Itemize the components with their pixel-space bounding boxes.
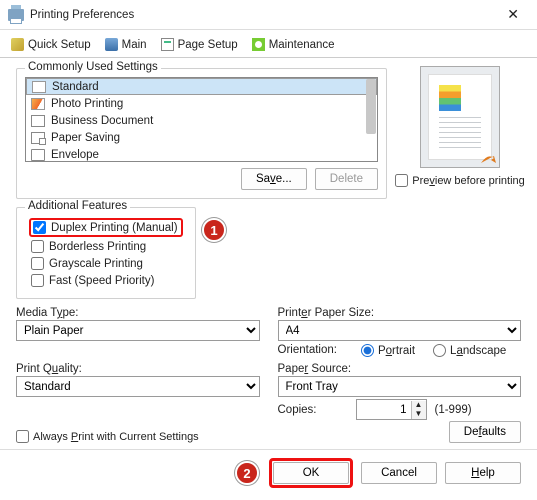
ok-button[interactable]: OK <box>273 462 349 484</box>
list-item-envelope[interactable]: Envelope <box>26 146 377 162</box>
paper-size-label: Printer Paper Size: <box>278 307 522 319</box>
feature-duplex[interactable]: Duplex Printing (Manual) <box>29 218 183 237</box>
printer-icon <box>8 9 24 21</box>
annotation-marker-2: 2 <box>235 461 259 485</box>
print-quality-label: Print Quality: <box>16 363 260 375</box>
landscape-radio[interactable] <box>433 344 446 357</box>
dialog-button-bar: 2 OK Cancel Help <box>0 449 537 500</box>
paper-source-select[interactable]: Front Tray <box>278 376 522 397</box>
borderless-label: Borderless Printing <box>49 241 146 253</box>
portrait-radio[interactable] <box>361 344 374 357</box>
close-button[interactable]: ✕ <box>499 4 527 25</box>
cancel-button[interactable]: Cancel <box>361 462 437 484</box>
list-item-business[interactable]: Business Document <box>26 112 377 129</box>
additional-features-group: Additional Features Duplex Printing (Man… <box>16 207 196 299</box>
tab-label: Page Setup <box>178 39 238 51</box>
ok-highlight: OK <box>269 458 353 488</box>
settings-listbox[interactable]: Standard Photo Printing Business Documen… <box>25 77 378 162</box>
tab-label: Maintenance <box>269 39 335 51</box>
print-quality-select[interactable]: Standard <box>16 376 260 397</box>
landscape-label: Landscape <box>450 345 506 357</box>
fast-label: Fast (Speed Priority) <box>49 275 154 287</box>
save-button[interactable]: Save... <box>241 168 307 190</box>
copies-range: (1-999) <box>435 404 472 416</box>
list-item-paper-saving[interactable]: Paper Saving <box>26 129 377 146</box>
paper-saving-icon <box>31 132 45 144</box>
feature-grayscale[interactable]: Grayscale Printing <box>29 256 183 271</box>
commonly-used-settings-group: Commonly Used Settings Standard Photo Pr… <box>16 68 387 199</box>
copies-input[interactable] <box>357 400 411 419</box>
paper-size-select[interactable]: A4 <box>278 320 522 341</box>
list-item-label: Business Document <box>51 115 153 127</box>
tab-label: Quick Setup <box>28 39 91 51</box>
fast-checkbox[interactable] <box>31 274 44 287</box>
copies-label: Copies: <box>278 404 348 416</box>
preview-before-printing-label: Preview before printing <box>412 175 525 187</box>
tab-label: Main <box>122 39 147 51</box>
paper-source-label: Paper Source: <box>278 363 522 375</box>
tab-maintenance[interactable]: Maintenance <box>251 36 336 53</box>
preview-before-printing-checkbox[interactable] <box>395 174 408 187</box>
preview-color-swatch <box>439 85 461 111</box>
grayscale-checkbox[interactable] <box>31 257 44 270</box>
grayscale-label: Grayscale Printing <box>49 258 143 270</box>
duplex-label: Duplex Printing (Manual) <box>51 222 178 234</box>
duplex-checkbox[interactable] <box>33 221 46 234</box>
main-icon <box>105 38 118 51</box>
page-setup-icon <box>161 38 174 51</box>
help-button[interactable]: Help <box>445 462 521 484</box>
scrollbar-thumb[interactable] <box>366 79 376 134</box>
defaults-button[interactable]: Defaults <box>449 421 521 443</box>
borderless-checkbox[interactable] <box>31 240 44 253</box>
portrait-label: Portrait <box>378 345 415 357</box>
list-item-photo[interactable]: Photo Printing <box>26 95 377 112</box>
media-type-select[interactable]: Plain Paper <box>16 320 260 341</box>
feature-fast[interactable]: Fast (Speed Priority) <box>29 273 183 288</box>
tab-quick-setup[interactable]: Quick Setup <box>10 36 92 53</box>
tab-main[interactable]: Main <box>104 36 148 53</box>
delete-button: Delete <box>315 168 378 190</box>
titlebar: Printing Preferences ✕ <box>0 0 537 30</box>
list-item-label: Envelope <box>51 149 99 161</box>
list-item-label: Photo Printing <box>51 98 123 110</box>
orientation-label: Orientation: <box>278 344 337 356</box>
preview-thumbnail <box>420 66 500 168</box>
group-label: Additional Features <box>25 200 130 212</box>
envelope-icon <box>31 149 45 161</box>
photo-icon <box>31 98 45 110</box>
maintenance-icon <box>252 38 265 51</box>
list-item-label: Paper Saving <box>51 132 120 144</box>
always-print-label: Always Print with Current Settings <box>33 431 199 443</box>
list-item-label: Standard <box>52 81 99 93</box>
tab-page-setup[interactable]: Page Setup <box>160 36 239 53</box>
copies-down-button[interactable]: ▼ <box>412 410 426 419</box>
group-label: Commonly Used Settings <box>25 61 161 73</box>
window-title: Printing Preferences <box>30 9 134 21</box>
quick-setup-icon <box>11 38 24 51</box>
tab-strip: Quick Setup Main Page Setup Maintenance <box>0 30 537 58</box>
copies-spinbox[interactable]: ▲ ▼ <box>356 399 427 420</box>
list-item-standard[interactable]: Standard <box>26 78 377 95</box>
preview-text-lines <box>439 117 481 151</box>
feature-borderless[interactable]: Borderless Printing <box>29 239 183 254</box>
annotation-marker-1: 1 <box>202 218 226 242</box>
business-icon <box>31 115 45 127</box>
preview-column: Preview before printing <box>399 66 521 199</box>
standard-icon <box>32 81 46 93</box>
always-print-checkbox[interactable] <box>16 430 29 443</box>
preview-corner-arrow-icon <box>479 149 497 167</box>
media-type-label: Media Type: <box>16 307 260 319</box>
